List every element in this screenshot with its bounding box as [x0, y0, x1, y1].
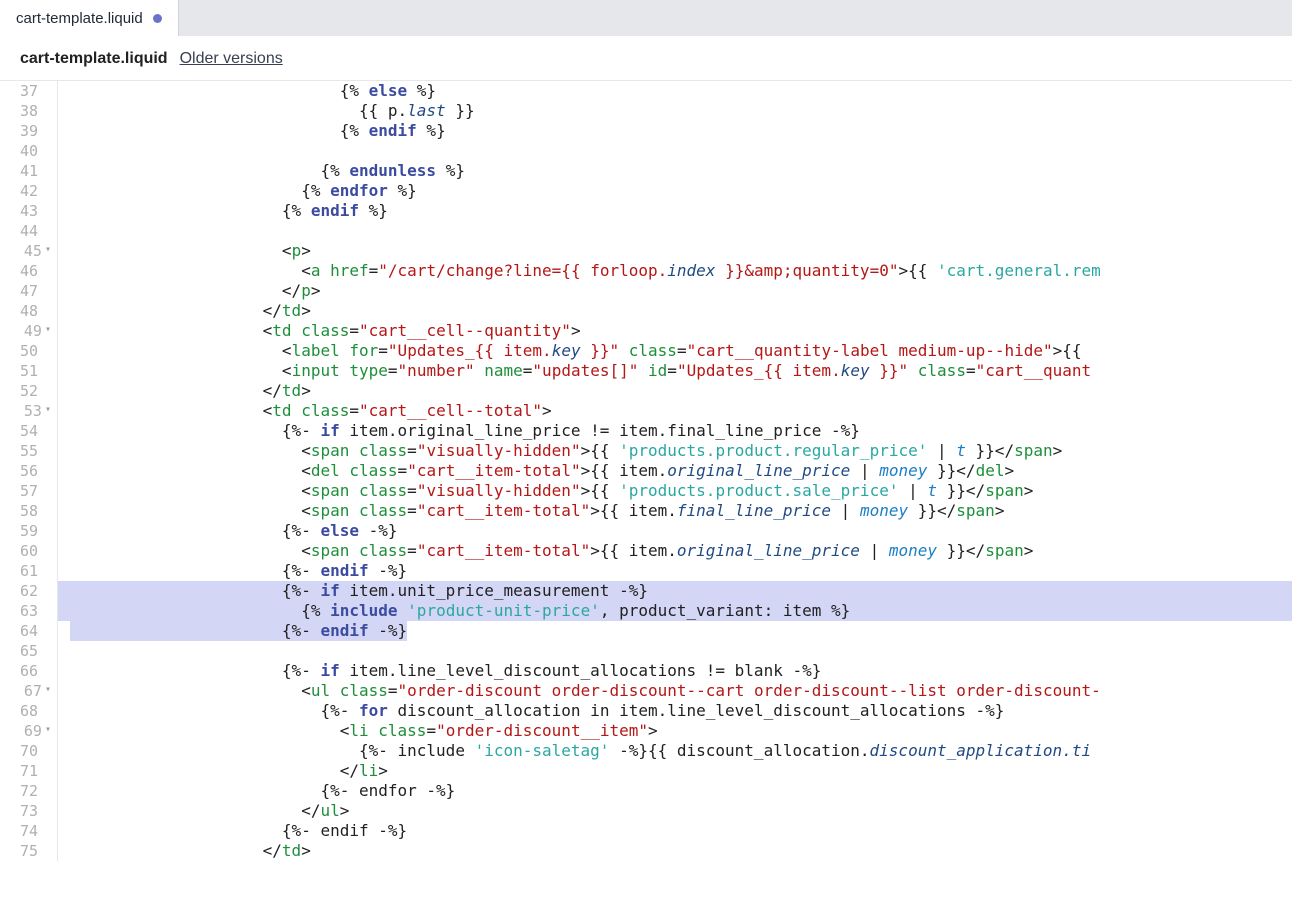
line-number: 41 — [0, 161, 57, 181]
line-number: 61 — [0, 561, 57, 581]
code-line[interactable]: {%- if item.unit_price_measurement -%} — [58, 581, 1292, 601]
line-number: 38 — [0, 101, 57, 121]
code-line[interactable]: </td> — [66, 381, 1292, 401]
code-line[interactable]: {%- if item.original_line_price != item.… — [66, 421, 1292, 441]
code-line[interactable] — [66, 641, 1292, 661]
line-number: 51 — [0, 361, 57, 381]
fold-arrow-icon[interactable]: ▾ — [45, 720, 51, 740]
code-line[interactable]: <label for="Updates_{{ item.key }}" clas… — [66, 341, 1292, 361]
line-number: 46 — [0, 261, 57, 281]
tab-bar: cart-template.liquid — [0, 0, 1292, 36]
code-line[interactable] — [66, 141, 1292, 161]
tab-filename: cart-template.liquid — [16, 10, 143, 27]
code-line[interactable]: {{ p.last }} — [66, 101, 1292, 121]
code-line[interactable]: {% else %} — [66, 81, 1292, 101]
line-gutter: 373839404142434445▾46474849▾50515253▾545… — [0, 81, 58, 861]
line-number: 63 — [0, 601, 57, 621]
line-number: 39 — [0, 121, 57, 141]
code-line[interactable]: {%- else -%} — [66, 521, 1292, 541]
line-number: 75 — [0, 841, 57, 861]
line-number: 68 — [0, 701, 57, 721]
code-line[interactable]: <span class="visually-hidden">{{ 'produc… — [66, 441, 1292, 461]
line-number: 71 — [0, 761, 57, 781]
line-number: 66 — [0, 661, 57, 681]
line-number: 54 — [0, 421, 57, 441]
code-line[interactable]: <td class="cart__cell--quantity"> — [66, 321, 1292, 341]
line-number: 55 — [0, 441, 57, 461]
code-line[interactable]: <td class="cart__cell--total"> — [66, 401, 1292, 421]
line-number: 48 — [0, 301, 57, 321]
code-line[interactable]: <del class="cart__item-total">{{ item.or… — [66, 461, 1292, 481]
line-number: 50 — [0, 341, 57, 361]
line-number: 53▾ — [0, 401, 57, 421]
code-line[interactable]: <a href="/cart/change?line={{ forloop.in… — [66, 261, 1292, 281]
line-number: 67▾ — [0, 681, 57, 701]
line-number: 37 — [0, 81, 57, 101]
code-line[interactable]: {%- endif -%} — [66, 621, 1292, 641]
code-line[interactable]: {% endif %} — [66, 201, 1292, 221]
line-number: 45▾ — [0, 241, 57, 261]
breadcrumb: cart-template.liquid Older versions — [0, 36, 1292, 81]
line-number: 40 — [0, 141, 57, 161]
line-number: 62 — [0, 581, 57, 601]
code-line[interactable]: <p> — [66, 241, 1292, 261]
fold-arrow-icon[interactable]: ▾ — [45, 320, 51, 340]
line-number: 72 — [0, 781, 57, 801]
line-number: 73 — [0, 801, 57, 821]
code-line[interactable]: </ul> — [66, 801, 1292, 821]
code-line[interactable]: {%- include 'icon-saletag' -%}{{ discoun… — [66, 741, 1292, 761]
line-number: 60 — [0, 541, 57, 561]
code-line[interactable]: <input type="number" name="updates[]" id… — [66, 361, 1292, 381]
line-number: 52 — [0, 381, 57, 401]
code-line[interactable]: <li class="order-discount__item"> — [66, 721, 1292, 741]
code-area[interactable]: {% else %} {{ p.last }} {% endif %} {% e… — [58, 81, 1292, 861]
breadcrumb-title: cart-template.liquid — [20, 50, 168, 68]
tab-active[interactable]: cart-template.liquid — [0, 0, 179, 36]
code-line[interactable]: {%- endif -%} — [66, 821, 1292, 841]
code-line[interactable]: <span class="cart__item-total">{{ item.o… — [66, 541, 1292, 561]
code-line[interactable]: {%- if item.line_level_discount_allocati… — [66, 661, 1292, 681]
line-number: 49▾ — [0, 321, 57, 341]
line-number: 74 — [0, 821, 57, 841]
older-versions-link[interactable]: Older versions — [180, 50, 283, 68]
line-number: 42 — [0, 181, 57, 201]
fold-arrow-icon[interactable]: ▾ — [45, 240, 51, 260]
line-number: 65 — [0, 641, 57, 661]
code-line[interactable]: <ul class="order-discount order-discount… — [66, 681, 1292, 701]
code-line[interactable]: {% endif %} — [66, 121, 1292, 141]
code-line[interactable]: <span class="cart__item-total">{{ item.f… — [66, 501, 1292, 521]
code-line[interactable]: {%- for discount_allocation in item.line… — [66, 701, 1292, 721]
code-line[interactable]: </li> — [66, 761, 1292, 781]
code-line[interactable]: {%- endif -%} — [66, 561, 1292, 581]
line-number: 70 — [0, 741, 57, 761]
code-line[interactable]: </p> — [66, 281, 1292, 301]
modified-dot-icon — [153, 14, 162, 23]
code-line[interactable]: {% include 'product-unit-price', product… — [58, 601, 1292, 621]
code-line[interactable]: </td> — [66, 841, 1292, 861]
line-number: 43 — [0, 201, 57, 221]
code-line[interactable]: </td> — [66, 301, 1292, 321]
line-number: 58 — [0, 501, 57, 521]
code-line[interactable] — [66, 221, 1292, 241]
fold-arrow-icon[interactable]: ▾ — [45, 680, 51, 700]
line-number: 57 — [0, 481, 57, 501]
line-number: 69▾ — [0, 721, 57, 741]
code-line[interactable]: <span class="visually-hidden">{{ 'produc… — [66, 481, 1292, 501]
code-line[interactable]: {% endfor %} — [66, 181, 1292, 201]
line-number: 56 — [0, 461, 57, 481]
fold-arrow-icon[interactable]: ▾ — [45, 400, 51, 420]
line-number: 64 — [0, 621, 57, 641]
line-number: 44 — [0, 221, 57, 241]
line-number: 59 — [0, 521, 57, 541]
code-line[interactable]: {%- endfor -%} — [66, 781, 1292, 801]
code-line[interactable]: {% endunless %} — [66, 161, 1292, 181]
code-editor[interactable]: 373839404142434445▾46474849▾50515253▾545… — [0, 81, 1292, 861]
line-number: 47 — [0, 281, 57, 301]
